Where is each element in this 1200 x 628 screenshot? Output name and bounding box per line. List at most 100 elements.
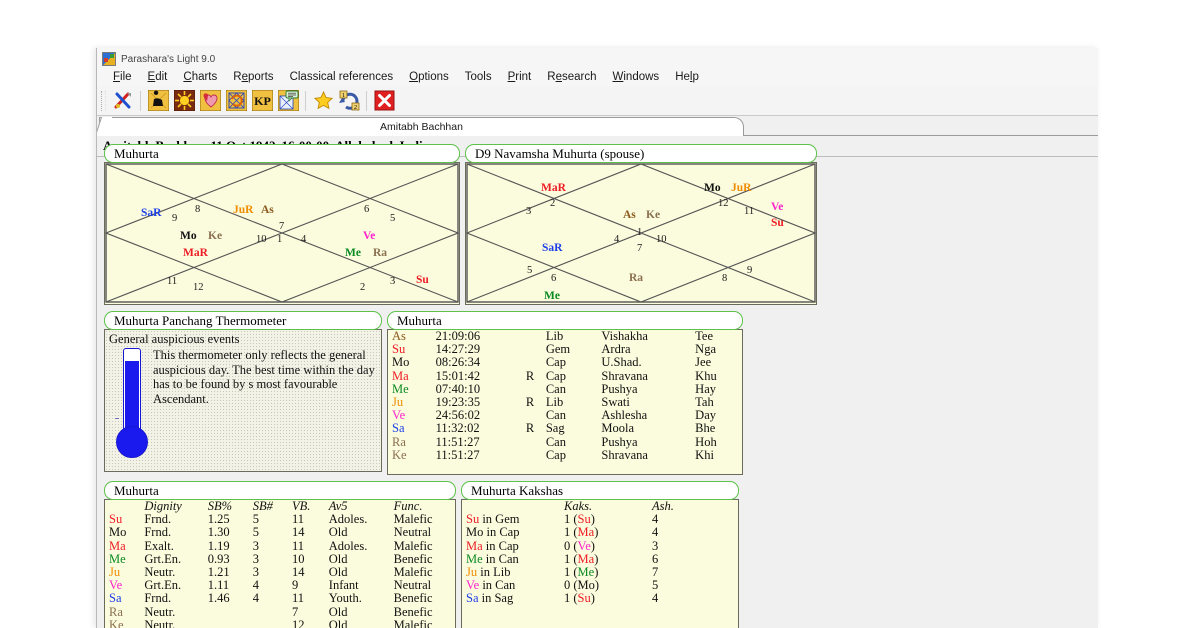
functional-nature: Malefic bbox=[393, 617, 433, 628]
svg-text:10: 10 bbox=[656, 234, 667, 245]
table-row[interactable]: Ra Neutr. 7 Old Benefic bbox=[105, 604, 455, 619]
panel-thermometer-title[interactable]: Muhurta Panchang Thermometer bbox=[104, 311, 382, 330]
menu-help[interactable]: Help bbox=[667, 70, 707, 84]
panel-kakshas-title[interactable]: Muhurta Kakshas bbox=[461, 481, 739, 500]
panel-muhurta-dignity-title[interactable]: Muhurta bbox=[104, 481, 456, 500]
panel-navamsha-chart-title[interactable]: D9 Navamsha Muhurta (spouse) bbox=[465, 144, 817, 163]
retrograde-flag bbox=[522, 343, 542, 356]
north-indian-chart-rasi[interactable]: 123 456 789 101112 JuR As SaR Ve Me Ra Mo K… bbox=[105, 163, 459, 303]
sun-icon[interactable] bbox=[172, 89, 196, 113]
panel-thermometer-body[interactable]: General auspicious events This thermomet… bbox=[104, 329, 382, 472]
table-row[interactable]: Sa in Sag 1 (Su) 4 bbox=[462, 592, 738, 605]
tools-icon[interactable] bbox=[111, 89, 135, 113]
svg-text:8: 8 bbox=[195, 204, 200, 215]
menu-classical-references[interactable]: Classical references bbox=[282, 70, 402, 84]
table-row[interactable]: Ke 11:51:27 Cap Shravana Khi bbox=[388, 447, 742, 462]
tab-label: Amitabh Bachhan bbox=[380, 121, 463, 133]
kp-icon[interactable]: KP bbox=[250, 89, 274, 113]
person-meditating-icon[interactable] bbox=[146, 89, 170, 113]
svg-text:Me: Me bbox=[345, 247, 361, 259]
kakshas-table[interactable]: Kaks. Ash. Su in Gem 1 (Su) 4 Mo in Cap 1 (Ma)… bbox=[462, 500, 738, 606]
menu-edit[interactable]: Edit bbox=[140, 70, 176, 84]
panel-kakshas-body[interactable]: Kaks. Ash. Su in Gem 1 (Su) 4 Mo in Cap 1 (Ma)… bbox=[461, 499, 739, 628]
menu-windows[interactable]: Windows bbox=[605, 70, 668, 84]
close-red-x-icon[interactable] bbox=[372, 89, 396, 113]
tab-amitabh-bachhan[interactable]: Amitabh Bachhan bbox=[99, 117, 744, 136]
svg-text:4: 4 bbox=[301, 234, 307, 245]
star-icon[interactable] bbox=[311, 89, 335, 113]
compare-two-icon[interactable]: 1 2 bbox=[337, 89, 361, 113]
table-row[interactable]: Ra 11:51:27 Can Pushya Hoh bbox=[388, 434, 742, 449]
panel-muhurta-positions-body[interactable]: As 21:09:06 Lib Vishakha Tee Su 14:27:29 Gem Ard… bbox=[387, 329, 743, 475]
planet-positions-table[interactable]: As 21:09:06 Lib Vishakha Tee Su 14:27:29 Gem Ard… bbox=[388, 330, 742, 462]
menu-charts[interactable]: Charts bbox=[175, 70, 225, 84]
planet-abbr: Ke bbox=[392, 447, 407, 462]
planet-dignity-table[interactable]: Dignity SB% SB# VB. Av5 Func. Su Frnd. 1.25 5 11 Ad… bbox=[105, 500, 455, 628]
svg-text:5: 5 bbox=[390, 213, 395, 224]
dignity: Neutr. bbox=[144, 617, 176, 628]
menu-reports[interactable]: Reports bbox=[225, 70, 281, 84]
menu-file[interactable]: FFileile bbox=[105, 70, 140, 84]
north-indian-chart-navamsha[interactable]: 123 456 789 101112 MaR Mo JuR As Ke Ve Su … bbox=[466, 163, 816, 303]
panel-muhurta-chart-body[interactable]: 123 456 789 10 11 12 JuR As SaR Ve Me Ra Mo K… bbox=[104, 162, 460, 305]
table-row[interactable]: Mo Frnd. 1.30 5 14 Old Neutral bbox=[105, 526, 455, 539]
table-row[interactable]: Ma in Cap 0 (Ve) 3 bbox=[462, 538, 738, 553]
panel-muhurta-chart-title[interactable]: Muhurta bbox=[104, 144, 460, 163]
sign: Cap bbox=[545, 355, 566, 370]
svg-text:Ve: Ve bbox=[363, 230, 375, 242]
chart-comment-icon[interactable] bbox=[276, 89, 300, 113]
panel-grid: Muhurta 123 456 789 101112 JuRAs SaR bbox=[104, 144, 1098, 628]
kaksha: 0 (Ve) bbox=[564, 538, 595, 553]
menu-options[interactable]: Options bbox=[401, 70, 457, 84]
svg-text:4: 4 bbox=[614, 234, 620, 245]
ashtakavarga: 4 bbox=[652, 591, 659, 606]
functional-nature: Malefic bbox=[393, 538, 433, 553]
table-row[interactable]: Mo in Cap 1 (Ma) 4 bbox=[462, 526, 738, 539]
vimshopaka-bala: 14 bbox=[291, 525, 305, 540]
retrograde-flag: R bbox=[525, 421, 535, 436]
svg-text:9: 9 bbox=[747, 265, 752, 276]
table-row[interactable]: Sa 11:32:02 R Sag Moola Bhe bbox=[388, 422, 742, 435]
sign: Cap bbox=[545, 368, 566, 383]
hearts-icon[interactable] bbox=[198, 89, 222, 113]
toolbar-grip[interactable] bbox=[101, 90, 106, 111]
svg-text:7: 7 bbox=[279, 221, 284, 232]
table-row[interactable]: Ma 15:01:42 R Cap Shravana Khu bbox=[388, 368, 742, 383]
chart-cycle-icon[interactable] bbox=[224, 89, 248, 113]
table-row[interactable]: Ke Neutr. 12 Old Malefic bbox=[105, 617, 455, 628]
panel-title-text: Muhurta bbox=[397, 312, 442, 328]
table-row[interactable]: Ma Exalt. 1.19 3 11 Adoles. Malefic bbox=[105, 538, 455, 553]
svg-text:2: 2 bbox=[550, 198, 555, 209]
panel-muhurta-dignity-body[interactable]: Dignity SB% SB# VB. Av5 Func. Su Frnd. 1.25 5 11 Ad… bbox=[104, 499, 456, 628]
svg-text:7: 7 bbox=[637, 243, 642, 254]
table-row[interactable]: Sa Frnd. 1.46 4 11 Youth. Benefic bbox=[105, 592, 455, 605]
degree: 11:51:27 bbox=[435, 434, 480, 449]
degree: 11:51:27 bbox=[435, 447, 480, 462]
menu-tools[interactable]: Tools bbox=[457, 70, 500, 84]
table-row[interactable]: Mo 08:26:34 Cap U.Shad. Jee bbox=[388, 356, 742, 369]
svg-text:Su: Su bbox=[771, 217, 784, 229]
svg-text:3: 3 bbox=[390, 276, 395, 287]
dignity: Exalt. bbox=[144, 538, 174, 553]
panel-title-text: Muhurta bbox=[114, 482, 159, 498]
menu-research[interactable]: Research bbox=[539, 70, 604, 84]
shadbala-num: 3 bbox=[252, 538, 260, 553]
tabstrip: Amitabh Bachhan bbox=[97, 116, 1098, 136]
panel-title-text: Muhurta Panchang Thermometer bbox=[114, 312, 287, 328]
panel-title-text: Muhurta Kakshas bbox=[471, 482, 564, 498]
panel-muhurta-chart: Muhurta 123 456 789 101112 JuRAs SaR bbox=[104, 144, 460, 305]
degree: 08:26:34 bbox=[435, 355, 481, 370]
avastha: Adoles. bbox=[328, 538, 368, 553]
thermometer-fill bbox=[125, 361, 139, 435]
pada: Khu bbox=[695, 368, 717, 383]
thermometer-tube bbox=[123, 348, 141, 436]
svg-text:2: 2 bbox=[360, 282, 365, 293]
panel-title-text: D9 Navamsha Muhurta (spouse) bbox=[475, 145, 645, 161]
panel-muhurta-positions-title[interactable]: Muhurta bbox=[387, 311, 743, 330]
svg-text:Ke: Ke bbox=[646, 209, 660, 221]
retrograde-flag: R bbox=[525, 395, 535, 410]
functional-nature: Benefic bbox=[393, 604, 433, 619]
panel-navamsha-chart-body[interactable]: 123 456 789 10 11 12 MaR Mo JuR As Ke Ve Su … bbox=[465, 162, 817, 305]
functional-nature: Neutral bbox=[393, 525, 432, 540]
menu-print[interactable]: Print bbox=[500, 70, 540, 84]
